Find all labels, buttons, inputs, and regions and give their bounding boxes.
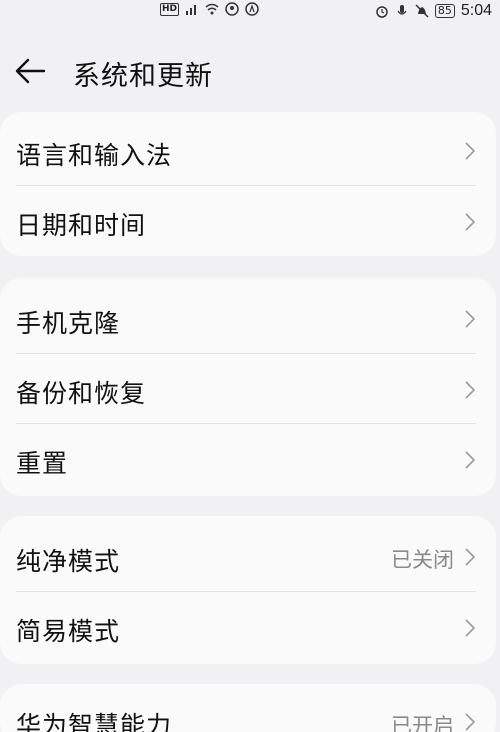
hd-icon: HD [160,2,180,16]
setting-label: 手机克隆 [16,309,121,338]
settings-group-smart: 华为智慧能力 已开启 [0,684,496,732]
microphone-icon [397,5,407,15]
mute-bell-icon [415,4,429,18]
chevron-right-icon [465,619,476,637]
status-left-icons: HD [160,2,259,16]
setting-label: 华为智慧能力 [16,711,173,732]
battery-indicator: 85 [434,4,455,18]
location-icon [225,2,239,16]
chevron-right-icon [465,213,476,231]
setting-label: 备份和恢复 [16,379,147,408]
back-arrow-icon[interactable] [14,56,48,86]
setting-label: 重置 [16,449,69,478]
wifi-icon [205,3,219,15]
setting-status-value: 已关闭 [391,548,454,572]
setting-label: 日期和时间 [16,211,147,240]
signal-icon [186,5,197,15]
chevron-right-icon [465,548,476,566]
setting-label: 语言和输入法 [16,141,173,170]
setting-pure-mode[interactable]: 纯净模式 已关闭 [0,516,496,592]
setting-language-input[interactable]: 语言和输入法 [0,112,496,186]
settings-group-clone-backup-reset: 手机克隆 备份和恢复 重置 [0,278,496,496]
setting-backup-restore[interactable]: 备份和恢复 [0,354,496,424]
clock: 5:04 [460,2,492,19]
status-right-icons: 85 5:04 [375,2,492,20]
app-bar: 系统和更新 [0,42,500,102]
setting-reset[interactable]: 重置 [0,424,496,496]
setting-simple-mode[interactable]: 简易模式 [0,592,496,664]
chevron-right-icon [465,381,476,399]
nfc-icon [245,2,259,16]
status-bar: HD 85 5:04 [0,0,500,22]
setting-phone-clone[interactable]: 手机克隆 [0,278,496,354]
chevron-right-icon [465,142,476,160]
setting-date-time[interactable]: 日期和时间 [0,186,496,256]
chevron-right-icon [465,451,476,469]
page-title: 系统和更新 [73,61,213,92]
setting-status-value: 已开启 [391,714,454,732]
setting-label: 纯净模式 [16,547,121,576]
settings-group-modes: 纯净模式 已关闭 简易模式 [0,516,496,664]
alarm-icon [376,6,388,18]
setting-label: 简易模式 [16,617,121,646]
setting-huawei-smart[interactable]: 华为智慧能力 已开启 [0,684,496,732]
chevron-right-icon [465,310,476,328]
settings-group-language-time: 语言和输入法 日期和时间 [0,112,496,256]
chevron-right-icon [465,713,476,731]
